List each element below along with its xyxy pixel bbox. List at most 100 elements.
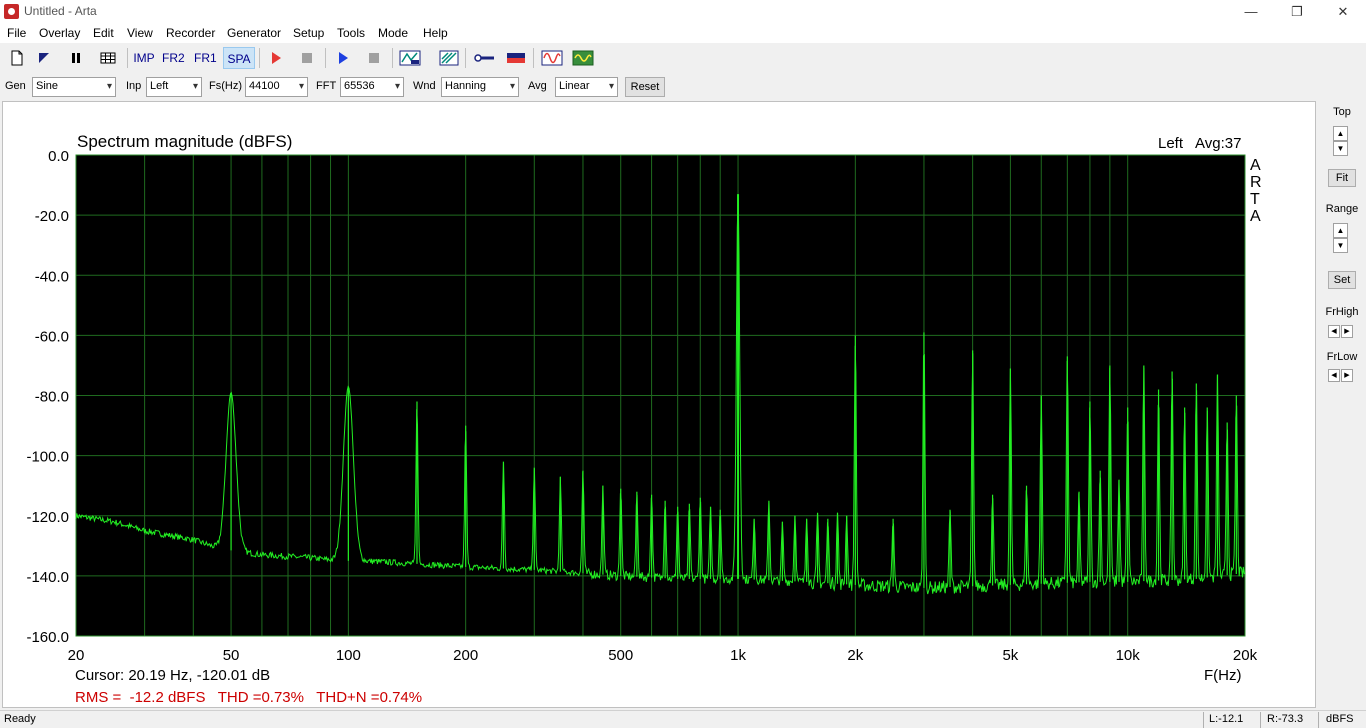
channel-label: Left — [1158, 135, 1184, 152]
maximize-button[interactable]: ❐ — [1274, 0, 1320, 23]
oscilloscope-button[interactable] — [541, 47, 563, 69]
new-file-button[interactable] — [6, 47, 28, 69]
scale-control-panel: Top ▲ ▼ Fit Range ▲ ▼ Set FrHigh ◀ ▶ FrL… — [1318, 101, 1366, 708]
level-meter-button[interactable] — [505, 47, 527, 69]
x-tick-label: 5k — [1002, 647, 1018, 664]
top-down-button[interactable]: ▼ — [1333, 141, 1348, 156]
frhigh-left-button[interactable]: ◀ — [1328, 325, 1340, 338]
record-button[interactable] — [265, 47, 287, 69]
waterfall-button[interactable] — [438, 47, 460, 69]
frhigh-right-button[interactable]: ▶ — [1341, 325, 1353, 338]
green-scope-icon — [572, 50, 594, 66]
frlow-right-button[interactable]: ▶ — [1341, 369, 1353, 382]
avg-count-label: Avg:37 — [1195, 135, 1241, 152]
fr1-mode-button[interactable]: FR1 — [194, 47, 217, 69]
menu-edit[interactable]: Edit — [93, 26, 114, 40]
table-icon — [100, 52, 116, 64]
title-bar: Untitled - Arta — ❐ ✕ — [0, 0, 1366, 23]
inp-select[interactable]: Left ▾ — [146, 77, 202, 97]
status-ready: Ready — [4, 713, 36, 725]
menu-view[interactable]: View — [127, 26, 153, 40]
arta-letter: A — [1250, 208, 1261, 225]
x-tick-label: 100 — [336, 647, 361, 664]
range-down-button[interactable]: ▼ — [1333, 238, 1348, 253]
menu-generator[interactable]: Generator — [227, 26, 281, 40]
status-bar: Ready L:-12.1 R:-73.3 dBFS — [0, 710, 1366, 728]
close-button[interactable]: ✕ — [1320, 0, 1366, 23]
oscilloscope-icon — [541, 50, 563, 66]
spectrum-abc-button[interactable] — [399, 47, 421, 69]
fs-label: Fs(Hz) — [209, 80, 242, 92]
range-up-button[interactable]: ▲ — [1333, 223, 1348, 238]
generator-stop-button[interactable] — [363, 47, 385, 69]
chevron-down-icon: ▾ — [106, 81, 112, 92]
probe-icon — [474, 54, 494, 62]
menu-tools[interactable]: Tools — [337, 26, 365, 40]
x-tick-label: 2k — [847, 647, 863, 664]
imp-mode-button[interactable]: IMP — [133, 47, 155, 69]
app-icon[interactable] — [4, 4, 19, 19]
spectrum-plot-panel[interactable]: Spectrum magnitude (dBFS) Left Avg:37 0.… — [2, 101, 1316, 708]
pause-button[interactable] — [65, 47, 87, 69]
avg-select[interactable]: Linear ▾ — [555, 77, 618, 97]
arta-letter: R — [1250, 174, 1262, 191]
chevron-down-icon: ▾ — [298, 81, 304, 92]
x-axis-label: F(Hz) — [1204, 667, 1242, 684]
minimize-button[interactable]: — — [1228, 0, 1274, 23]
stop-record-button[interactable] — [296, 47, 318, 69]
menu-overlay[interactable]: Overlay — [39, 26, 80, 40]
chart-title: Spectrum magnitude (dBFS) — [77, 132, 292, 151]
menu-recorder[interactable]: Recorder — [166, 26, 215, 40]
pause-icon — [72, 53, 80, 63]
top-up-button[interactable]: ▲ — [1333, 126, 1348, 141]
y-axis-ticks: 0.0 -20.0 -40.0 -60.0 -80.0 -100.0 -120.0 -140.… — [26, 148, 69, 646]
hatch-chart-icon — [439, 50, 459, 66]
fit-button[interactable]: Fit — [1328, 169, 1356, 187]
x-axis-ticks: 20 50 100 200 500 1k 2k 5k 10k 20k — [68, 647, 1258, 664]
fft-value: 65536 — [344, 80, 375, 92]
menu-bar: File Overlay Edit View Recorder Generato… — [0, 23, 1366, 43]
stop-icon — [369, 53, 379, 63]
set-button[interactable]: Set — [1328, 271, 1356, 289]
y-tick-label: -100.0 — [26, 449, 69, 466]
chevron-down-icon: ▾ — [608, 81, 614, 92]
fft-select[interactable]: 65536 ▾ — [340, 77, 404, 97]
inp-value: Left — [150, 80, 169, 92]
x-tick-label: 10k — [1116, 647, 1141, 664]
chevron-down-icon: ▾ — [394, 81, 400, 92]
spa-mode-button[interactable]: SPA — [223, 47, 255, 69]
reset-button[interactable]: Reset — [625, 77, 665, 97]
x-tick-label: 200 — [453, 647, 478, 664]
x-tick-label: 1k — [730, 647, 746, 664]
fr2-mode-button[interactable]: FR2 — [162, 47, 185, 69]
menu-help[interactable]: Help — [423, 26, 448, 40]
menu-setup[interactable]: Setup — [293, 26, 324, 40]
y-tick-label: -160.0 — [26, 629, 69, 646]
wnd-label: Wnd — [413, 80, 436, 92]
wnd-select[interactable]: Hanning ▾ — [441, 77, 519, 97]
frlow-left-button[interactable]: ◀ — [1328, 369, 1340, 382]
signal-monitor-button[interactable] — [572, 47, 594, 69]
open-button[interactable] — [33, 47, 55, 69]
generator-play-button[interactable] — [332, 47, 354, 69]
probe-button[interactable] — [473, 47, 495, 69]
menu-file[interactable]: File — [7, 26, 26, 40]
play-blue-icon — [339, 52, 348, 64]
spectrum-chart[interactable]: Spectrum magnitude (dBFS) Left Avg:37 0.… — [3, 102, 1315, 707]
new-file-icon — [11, 50, 23, 66]
play-red-icon — [272, 52, 281, 64]
arta-letter: T — [1250, 191, 1260, 208]
left-level: L:-12.1 — [1209, 713, 1244, 725]
y-tick-label: -40.0 — [35, 268, 69, 285]
y-tick-label: -20.0 — [35, 208, 69, 225]
menu-mode[interactable]: Mode — [378, 26, 408, 40]
table-view-button[interactable] — [97, 47, 119, 69]
top-label: Top — [1333, 106, 1351, 118]
gen-select[interactable]: Sine ▾ — [32, 77, 116, 97]
fs-select[interactable]: 44100 ▾ — [245, 77, 308, 97]
x-tick-label: 20k — [1233, 647, 1258, 664]
frhigh-label: FrHigh — [1325, 306, 1359, 318]
arta-letter: A — [1250, 157, 1261, 174]
wnd-value: Hanning — [445, 80, 486, 92]
arta-watermark: ARTA — [1250, 157, 1262, 225]
